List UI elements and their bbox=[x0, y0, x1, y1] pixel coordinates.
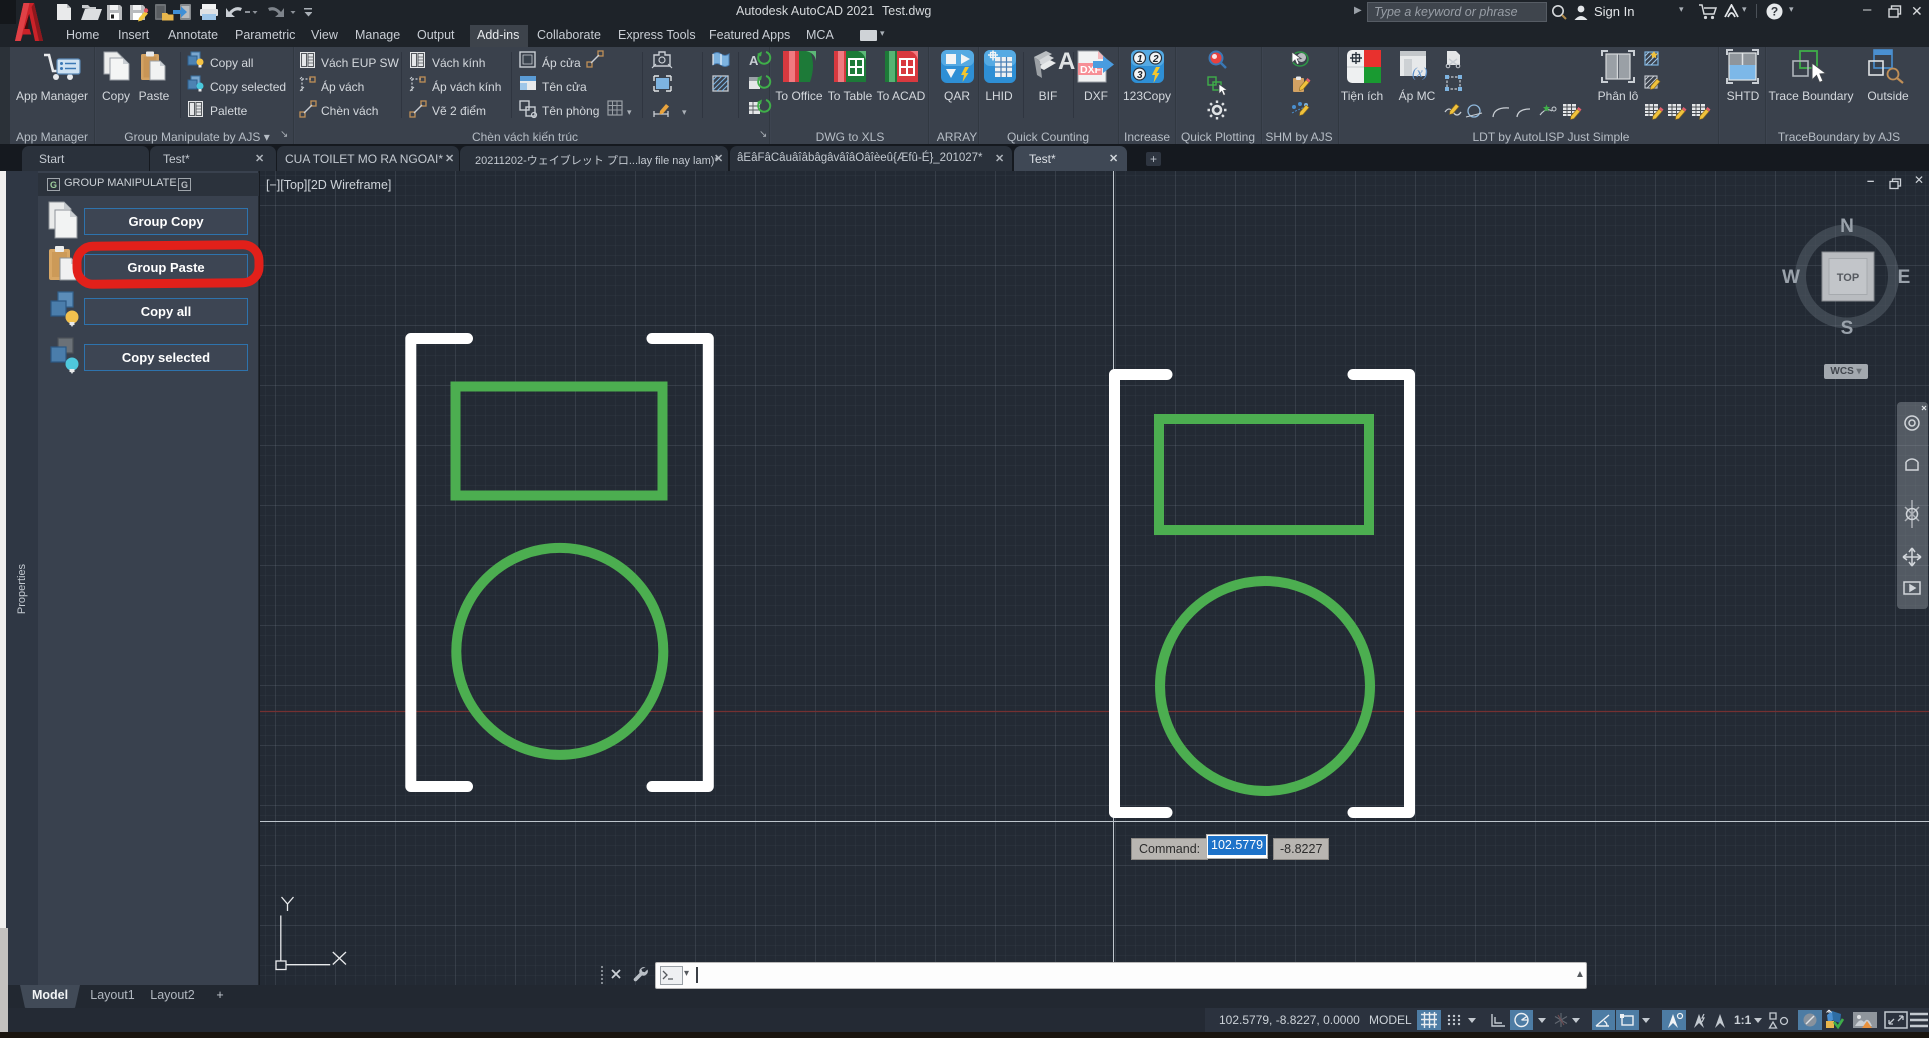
svg-text:3: 3 bbox=[1137, 70, 1143, 81]
svg-text:(x): (x) bbox=[1412, 66, 1428, 81]
svg-text:W: W bbox=[1782, 267, 1800, 288]
svg-text:N: N bbox=[1840, 216, 1854, 237]
svg-text:S: S bbox=[1841, 318, 1854, 338]
svg-text:TOP: TOP bbox=[1837, 272, 1859, 284]
svg-text:E: E bbox=[1898, 267, 1911, 288]
svg-text:G: G bbox=[181, 180, 188, 190]
svg-text:A: A bbox=[1058, 48, 1075, 75]
svg-text:G: G bbox=[50, 180, 57, 190]
svg-text:2: 2 bbox=[1152, 54, 1159, 65]
svg-text:1:1: 1:1 bbox=[1734, 1013, 1752, 1027]
svg-text:1: 1 bbox=[1137, 54, 1143, 65]
svg-text:?: ? bbox=[1771, 5, 1778, 19]
svg-text:A: A bbox=[749, 53, 759, 68]
